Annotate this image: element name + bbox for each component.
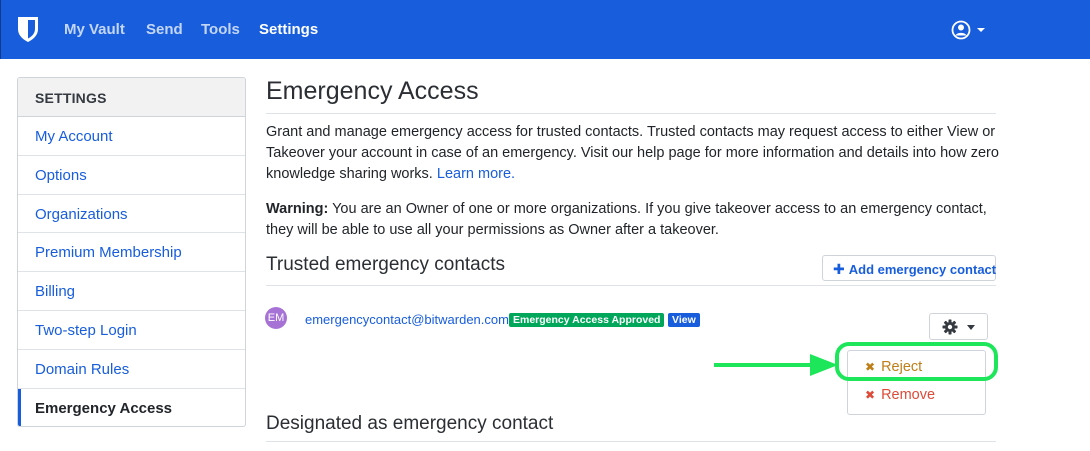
title-divider — [266, 113, 996, 114]
learn-more-link[interactable]: Learn more. — [437, 166, 515, 182]
gear-icon — [942, 319, 958, 335]
bitwarden-logo-icon[interactable] — [17, 16, 39, 43]
sidebar-item-options[interactable]: Options — [18, 156, 245, 195]
sidebar-item-billing[interactable]: Billing — [18, 272, 245, 311]
reject-highlight-outline — [835, 342, 998, 381]
intro-text: Grant and manage emergency access for tr… — [266, 124, 999, 182]
designated-divider — [266, 441, 996, 442]
warning-text: You are an Owner of one or more organiza… — [266, 201, 987, 238]
nav-my-vault[interactable]: My Vault — [64, 21, 125, 38]
close-icon: ✖ — [865, 388, 876, 402]
sidebar-item-premium-membership[interactable]: Premium Membership — [18, 233, 245, 273]
nav-settings[interactable]: Settings — [259, 21, 318, 38]
top-navbar: My Vault Send Tools Settings — [0, 0, 1090, 59]
remove-menu-item[interactable]: ✖ Remove — [865, 387, 935, 403]
access-type-badge: View — [668, 313, 700, 327]
designated-contacts-heading: Designated as emergency contact — [266, 413, 554, 434]
sidebar-item-my-account[interactable]: My Account — [18, 117, 245, 156]
trusted-divider — [266, 285, 996, 286]
account-menu-icon[interactable] — [950, 18, 990, 42]
sidebar-item-two-step-login[interactable]: Two-step Login — [18, 311, 245, 350]
nav-tools[interactable]: Tools — [201, 21, 240, 38]
add-emergency-contact-button[interactable]: ✚ Add emergency contact — [822, 255, 996, 281]
sidebar-item-organizations[interactable]: Organizations — [18, 195, 245, 234]
contact-options-button[interactable] — [929, 313, 988, 340]
nav-send[interactable]: Send — [146, 21, 183, 38]
add-contact-label: Add emergency contact — [848, 262, 997, 277]
chevron-down-icon — [967, 325, 975, 330]
contact-email-link[interactable]: emergencycontact@bitwarden.com — [305, 312, 509, 327]
remove-label: Remove — [881, 387, 936, 403]
sidebar-item-emergency-access[interactable]: Emergency Access — [18, 388, 245, 426]
warning-label: Warning: — [266, 201, 329, 217]
page-title: Emergency Access — [266, 77, 479, 105]
sidebar-item-domain-rules[interactable]: Domain Rules — [18, 350, 245, 389]
annotation-arrow-icon — [714, 354, 838, 376]
settings-sidebar: SETTINGS My Account Options Organization… — [17, 77, 246, 427]
avatar: EM — [265, 307, 287, 329]
owner-warning: Warning: You are an Owner of one or more… — [266, 199, 1001, 241]
trusted-contacts-heading: Trusted emergency contacts — [266, 254, 506, 275]
sidebar-header: SETTINGS — [18, 78, 245, 117]
intro-paragraph: Grant and manage emergency access for tr… — [266, 122, 1001, 185]
plus-icon: ✚ — [833, 261, 845, 277]
status-badge: Emergency Access Approved — [509, 313, 665, 327]
